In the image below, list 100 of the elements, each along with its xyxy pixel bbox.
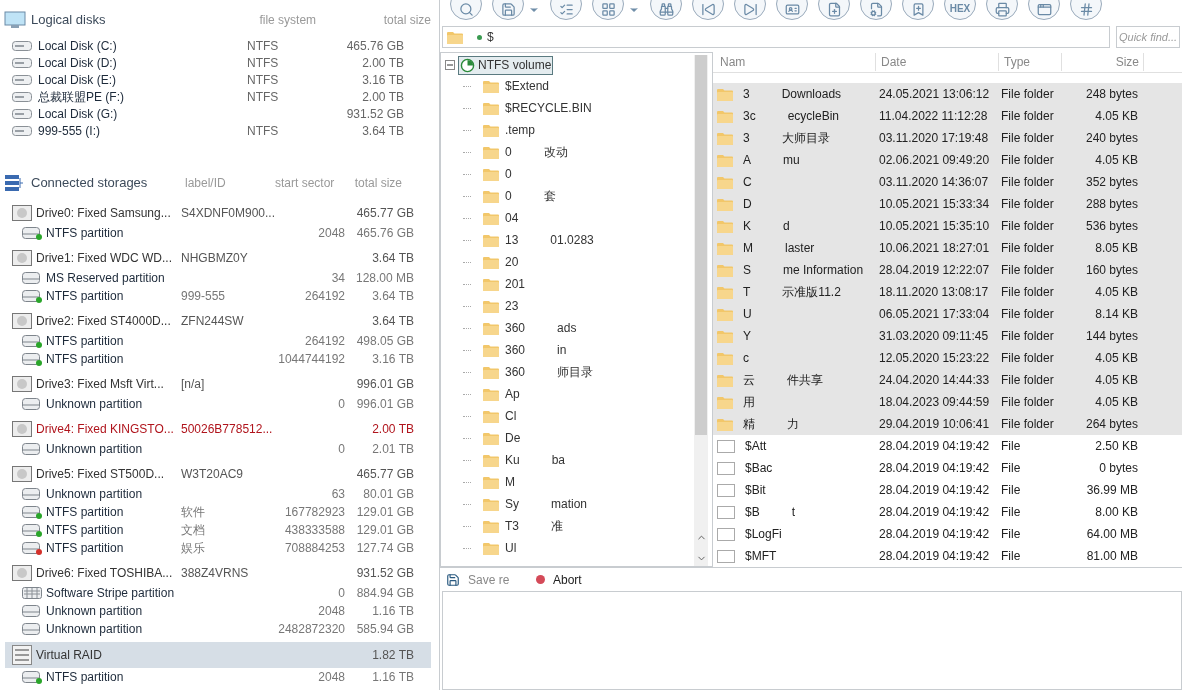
total-size: 127.74 GB	[355, 540, 414, 557]
storage-icon	[4, 174, 24, 192]
tree-item[interactable]: 201	[483, 275, 526, 293]
scrollbar-thumb[interactable]	[695, 55, 707, 435]
column-header: total size	[353, 175, 402, 192]
tree-item[interactable]: T3 准	[483, 517, 563, 535]
date-cell-text: 28.04.2019 04:19:42	[878, 548, 991, 565]
name-text: $B	[745, 504, 760, 521]
size-cell-text: 4.05 KB	[1094, 394, 1139, 411]
tree-item[interactable]: 0	[483, 165, 512, 183]
tree-item[interactable]: Ul	[483, 539, 517, 557]
file-row[interactable]: $Bac 28.04.2019 04:19:42 File 0 bytes	[713, 457, 1182, 479]
name-text: mu	[783, 152, 800, 169]
disk-name: 999-555 (I:)	[38, 122, 102, 140]
tree-item[interactable]: $RECYCLE.BIN	[483, 99, 592, 117]
file-system: NTFS	[247, 122, 280, 140]
tree-item[interactable]: 360 in	[483, 341, 567, 359]
name-text: c	[743, 350, 749, 367]
tree-item[interactable]: .temp	[483, 121, 535, 139]
file-row[interactable]: M laster 10.06.2021 18:27:01 File folder 8.05 KB	[713, 237, 1182, 259]
collapse-icon[interactable]	[445, 60, 455, 70]
name-text: $Bit	[745, 482, 766, 499]
file-row[interactable]: 云 件共享 24.04.2020 14:44:33 File folder 4.05 KB	[713, 369, 1182, 391]
file-row[interactable]: $Bit 28.04.2019 04:19:42 File 36.99 MB	[713, 479, 1182, 501]
file-row[interactable]: A mu 02.06.2021 09:49:20 File folder 4.05 KB	[713, 149, 1182, 171]
column-header[interactable]: Nam	[713, 53, 876, 71]
file-row[interactable]: $Att 28.04.2019 04:19:42 File 2.50 KB	[713, 435, 1182, 457]
date-cell-text: 28.04.2019 04:19:42	[878, 438, 991, 455]
file-row[interactable]: 用 18.04.2023 09:44:59 File folder 4.05 KB	[713, 391, 1182, 413]
column-header[interactable]: Size	[1062, 53, 1144, 71]
storage-row[interactable]: Drive1: Fixed WDC WD... NHGBMZ0Y 3.64 TB	[5, 246, 431, 269]
file-row[interactable]: $LogFi 28.04.2019 04:19:42 File 64.00 MB	[713, 523, 1182, 545]
storage-row[interactable]: Virtual RAID 1.82 TB	[5, 642, 431, 668]
name-text: 大师目录	[781, 130, 830, 147]
folder-icon	[483, 255, 499, 269]
name-text: 力	[787, 416, 799, 433]
file-row[interactable]: c 12.05.2020 15:23:22 File folder 4.05 KB	[713, 347, 1182, 369]
quick-find-field[interactable]: Quick find...	[1116, 26, 1180, 48]
storage-row[interactable]: Drive0: Fixed Samsung... S4XDNF0M900... 465.77 GB	[5, 201, 431, 224]
tree-item[interactable]: $Extend	[483, 77, 550, 95]
name-text: laster	[785, 240, 815, 257]
file-row[interactable]: K d 10.05.2021 15:35:10 File folder 536 bytes	[713, 215, 1182, 237]
tree-item[interactable]: 13 01.0283	[483, 231, 594, 249]
type-cell-text: File folder	[1000, 108, 1055, 125]
start-sector: 2048	[317, 225, 345, 242]
drive-icon	[12, 204, 32, 221]
partition-icon	[22, 670, 40, 683]
total-size: 2.01 TB	[371, 441, 414, 458]
path-field[interactable]: $	[442, 26, 1110, 48]
tree-item[interactable]: 360 师目录	[483, 363, 594, 381]
tree-item[interactable]: NTFS volume	[458, 55, 554, 75]
tree-item[interactable]: Ap	[483, 385, 520, 403]
file-row[interactable]: $MFT 28.04.2019 04:19:42 File 81.00 MB	[713, 545, 1182, 567]
size-cell-text: 4.05 KB	[1094, 372, 1139, 389]
file-row[interactable]: C 03.11.2020 14:36:07 File folder 352 bytes	[713, 171, 1182, 193]
column-header[interactable]: Date	[876, 53, 999, 71]
file-row[interactable]: D 10.05.2021 15:33:34 File folder 288 bytes	[713, 193, 1182, 215]
storage-row[interactable]: Drive4: Fixed KINGSTO... 50026B778512... 2.00 TB	[5, 417, 431, 440]
file-row[interactable]: 3 Downloads 24.05.2021 13:06:12 File folder 248 bytes	[713, 83, 1182, 105]
file-row[interactable]: T 示准版11.2 18.11.2020 13:08:17 File folder 4.05 KB	[713, 281, 1182, 303]
total-size: 3.64 TB	[371, 249, 414, 267]
tree-item[interactable]: 360 ads	[483, 319, 577, 337]
storage-row[interactable]: Drive5: Fixed ST500D... W3T20AC9 465.77 GB	[5, 462, 431, 485]
name-text: 精	[743, 416, 755, 433]
folder-icon	[483, 101, 499, 115]
file-row[interactable]: 3 大师目录 03.11.2020 17:19:48 File folder 240 bytes	[713, 127, 1182, 149]
storage-row[interactable]: Drive3: Fixed Msft Virt... [n/a] 996.01 GB	[5, 372, 431, 395]
storage-row[interactable]: Drive6: Fixed TOSHIBA... 388Z4VRNS 931.52 GB	[5, 561, 431, 584]
folder-icon	[717, 417, 733, 431]
tree-item[interactable]: 20	[483, 253, 519, 271]
tree-item[interactable]: 0 改动	[483, 143, 568, 161]
tree-item[interactable]: Sy mation	[483, 495, 588, 513]
size-cell-text: 4.05 KB	[1094, 284, 1139, 301]
tree-item[interactable]: 0 套	[483, 187, 556, 205]
type-cell-text: File folder	[1000, 328, 1055, 345]
file-row[interactable]: $B t 28.04.2019 04:19:42 File 8.00 KB	[713, 501, 1182, 523]
storage-name: NTFS partition	[46, 333, 124, 350]
type-cell-text: File folder	[1000, 240, 1055, 257]
storage-name: Software Stripe partition	[46, 585, 175, 602]
file-row[interactable]: U 06.05.2021 17:33:04 File folder 8.14 KB	[713, 303, 1182, 325]
disk-name: Local Disk (D:)	[38, 54, 118, 72]
storage-label: ZFN244SW	[181, 312, 245, 330]
column-header[interactable]: Type	[999, 53, 1062, 71]
file-row[interactable]: 3c ecycleBin 11.04.2022 11:12:28 File folder 4.05 KB	[713, 105, 1182, 127]
storage-label: W3T20AC9	[181, 465, 245, 483]
tree-item[interactable]: M	[483, 473, 515, 491]
save-button[interactable]: Save re	[446, 570, 516, 589]
storage-row[interactable]: Drive2: Fixed ST4000D... ZFN244SW 3.64 TB	[5, 309, 431, 332]
tree-item[interactable]: Cl	[483, 407, 517, 425]
tree-item[interactable]: 04	[483, 209, 519, 227]
total-size: 3.16 TB	[361, 71, 404, 89]
tree-item[interactable]: Ku ba	[483, 451, 566, 469]
storage-name: MS Reserved partition	[46, 270, 165, 287]
file-row[interactable]: Y 31.03.2020 09:11:45 File folder 144 bytes	[713, 325, 1182, 347]
section-title: Connected storages	[31, 174, 149, 193]
file-row[interactable]: S me Information 28.04.2019 12:22:07 File folder 160 bytes	[713, 259, 1182, 281]
abort-button[interactable]: Abort	[536, 570, 582, 589]
tree-item[interactable]: De	[483, 429, 521, 447]
file-row[interactable]: 精 力 29.04.2019 10:06:41 File folder 264 bytes	[713, 413, 1182, 435]
tree-item[interactable]: 23	[483, 297, 519, 315]
